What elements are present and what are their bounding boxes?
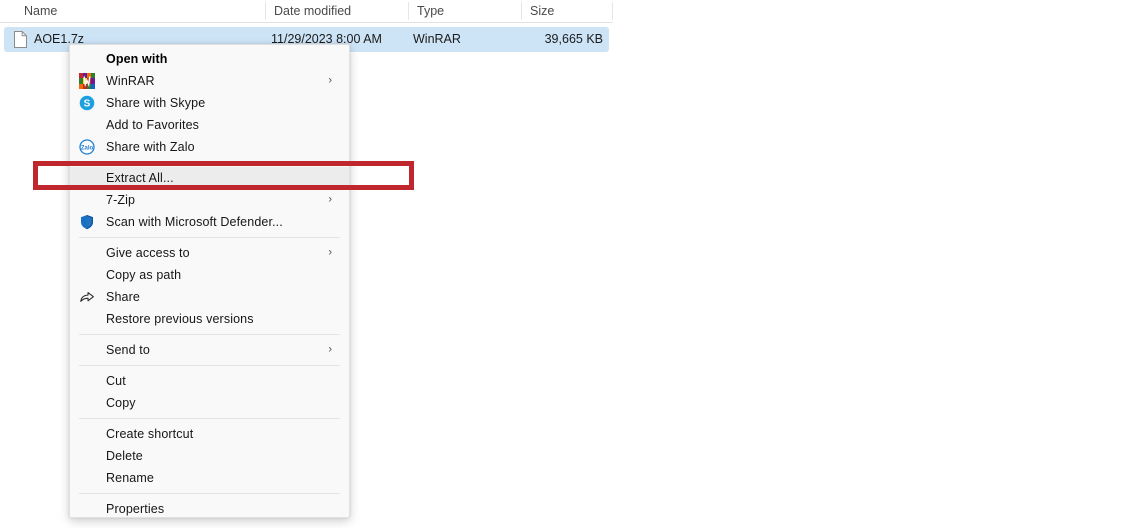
file-icon: [14, 31, 27, 48]
menu-separator: [79, 493, 340, 494]
menu-item-delete[interactable]: Delete: [70, 445, 349, 467]
menu-item-label: Scan with Microsoft Defender...: [106, 215, 283, 229]
svg-text:Zalo: Zalo: [81, 145, 94, 151]
menu-separator: [79, 162, 340, 163]
column-header-type[interactable]: Type: [417, 0, 507, 22]
menu-item-copy[interactable]: Copy: [70, 392, 349, 414]
column-header-date-modified[interactable]: Date modified: [274, 0, 399, 22]
menu-item-share[interactable]: Share: [70, 286, 349, 308]
menu-item-label: Cut: [106, 374, 126, 388]
chevron-right-icon: ›: [328, 195, 332, 206]
file-type-cell: WinRAR: [413, 27, 461, 52]
column-divider[interactable]: [408, 2, 409, 20]
menu-item-label: Delete: [106, 449, 143, 463]
menu-item-restore-previous-versions[interactable]: Restore previous versions: [70, 308, 349, 330]
menu-item-extract-all[interactable]: Extract All...: [70, 167, 349, 189]
menu-item-label: Extract All...: [106, 171, 174, 185]
menu-item-label: Add to Favorites: [106, 118, 199, 132]
menu-separator: [79, 237, 340, 238]
menu-item-copy-as-path[interactable]: Copy as path: [70, 264, 349, 286]
svg-text:S: S: [84, 99, 91, 110]
menu-item-label: Share: [106, 290, 140, 304]
menu-item-scan-with-microsoft-defender[interactable]: Scan with Microsoft Defender...: [70, 211, 349, 233]
menu-item-create-shortcut[interactable]: Create shortcut: [70, 423, 349, 445]
column-header-name[interactable]: Name: [24, 0, 254, 22]
winrar-icon: [79, 73, 95, 89]
menu-item-label: Properties: [106, 502, 164, 516]
menu-item-share-with-skype[interactable]: S Share with Skype: [70, 92, 349, 114]
column-header-size[interactable]: Size: [530, 0, 600, 22]
chevron-right-icon: ›: [328, 248, 332, 259]
chevron-right-icon: ›: [328, 76, 332, 87]
menu-item-label: Send to: [106, 343, 150, 357]
menu-item-rename[interactable]: Rename: [70, 467, 349, 489]
file-size-cell: 39,665 KB: [545, 27, 603, 52]
menu-item-cut[interactable]: Cut: [70, 370, 349, 392]
shield-icon: [79, 214, 95, 230]
menu-separator: [79, 365, 340, 366]
menu-item-label: Copy as path: [106, 268, 181, 282]
column-divider[interactable]: [521, 2, 522, 20]
menu-item-send-to[interactable]: Send to ›: [70, 339, 349, 361]
menu-separator: [79, 418, 340, 419]
column-header-row: Name Date modified Type Size: [0, 0, 613, 23]
menu-item-open-with[interactable]: Open with: [70, 48, 349, 70]
menu-separator: [79, 334, 340, 335]
menu-item-label: Create shortcut: [106, 427, 193, 441]
column-divider[interactable]: [265, 2, 266, 20]
menu-item-winrar[interactable]: WinRAR ›: [70, 70, 349, 92]
menu-item-label: Restore previous versions: [106, 312, 254, 326]
menu-item-label: Rename: [106, 471, 154, 485]
menu-item-label: 7-Zip: [106, 193, 135, 207]
skype-icon: S: [79, 95, 95, 111]
menu-item-label: Give access to: [106, 246, 190, 260]
menu-item-share-with-zalo[interactable]: Zalo Share with Zalo: [70, 136, 349, 158]
share-icon: [79, 289, 95, 305]
menu-item-label: Share with Skype: [106, 96, 205, 110]
context-menu[interactable]: Open with WinRAR ›: [69, 44, 350, 518]
menu-item-label: Share with Zalo: [106, 140, 195, 154]
column-divider[interactable]: [612, 2, 613, 20]
menu-item-label: Copy: [106, 396, 136, 410]
menu-item-label: WinRAR: [106, 74, 155, 88]
chevron-right-icon: ›: [328, 345, 332, 356]
menu-item-7-zip[interactable]: 7-Zip ›: [70, 189, 349, 211]
menu-item-label: Open with: [106, 52, 168, 66]
menu-item-add-to-favorites[interactable]: Add to Favorites: [70, 114, 349, 136]
menu-item-properties[interactable]: Properties: [70, 498, 349, 518]
menu-item-give-access-to[interactable]: Give access to ›: [70, 242, 349, 264]
zalo-icon: Zalo: [79, 139, 95, 155]
